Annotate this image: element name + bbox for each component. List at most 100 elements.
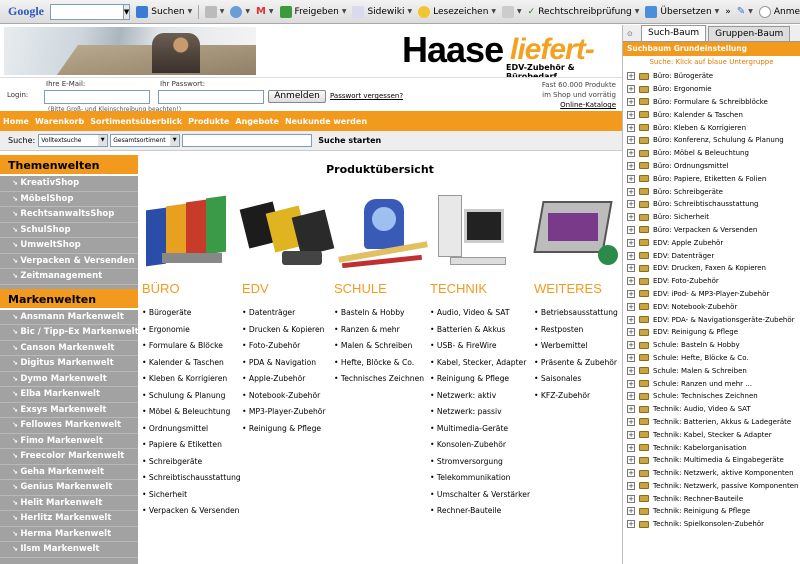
expand-icon[interactable]: +: [627, 187, 635, 196]
search-scope-select[interactable]: Gesamtsortiment: [110, 134, 181, 147]
password-field[interactable]: [158, 90, 264, 104]
category-link[interactable]: • Kleben & Korrigieren: [142, 371, 240, 388]
category-link[interactable]: • Betriebsausstattung: [534, 305, 622, 322]
category-link[interactable]: • Konsolen-Zubehör: [430, 437, 528, 454]
category-link[interactable]: • Restposten: [534, 322, 622, 339]
category-link[interactable]: • Netzwerk: passiv: [430, 404, 528, 421]
markenwelt-link[interactable]: Herma Markenwelt: [0, 527, 138, 542]
tree-item[interactable]: + Technik: Kabel, Stecker & Adapter: [623, 428, 800, 441]
nav-cart[interactable]: Warenkorb: [32, 117, 87, 126]
tab-such-baum[interactable]: Such-Baum: [641, 25, 707, 41]
expand-icon[interactable]: +: [627, 405, 635, 414]
markenwelt-link[interactable]: Ilsm Markenwelt: [0, 542, 138, 558]
toolbar-search-input[interactable]: [50, 3, 124, 20]
tree-item[interactable]: + EDV: Foto-Zubehör: [623, 275, 800, 288]
category-link[interactable]: • Technisches Zeichnen: [334, 371, 432, 388]
expand-icon[interactable]: +: [627, 379, 635, 388]
tree-item[interactable]: + Büro: Schreibgeräte: [623, 185, 800, 198]
toolbar-share-button[interactable]: Freigeben ▼: [279, 5, 346, 18]
expand-icon[interactable]: +: [627, 97, 635, 106]
expand-icon[interactable]: +: [627, 174, 635, 183]
category-link[interactable]: • Präsente & Zubehör: [534, 355, 622, 372]
tree-item[interactable]: + Technik: Batterien, Akkus & Ladegeräte: [623, 416, 800, 429]
expand-icon[interactable]: +: [627, 110, 635, 119]
category-link[interactable]: • Reinigung & Pflege: [242, 421, 340, 438]
tree-item[interactable]: + Technik: Spielkonsolen-Zubehör: [623, 518, 800, 531]
tab-gruppen-baum[interactable]: Gruppen-Baum: [708, 26, 791, 41]
tree-item[interactable]: + Büro: Ergonomie: [623, 83, 800, 96]
expand-icon[interactable]: +: [627, 443, 635, 452]
themenwelt-link[interactable]: UmweltShop: [0, 238, 138, 254]
tree-item[interactable]: + EDV: Datenträger: [623, 249, 800, 262]
tree-item[interactable]: + Büro: Verpacken & Versenden: [623, 224, 800, 237]
tree-item[interactable]: + Schule: Hefte, Blöcke & Co.: [623, 352, 800, 365]
markenwelt-link[interactable]: Ansmann Markenwelt: [0, 310, 138, 325]
category-technik-title[interactable]: TECHNIK: [430, 281, 528, 299]
category-link[interactable]: • PDA & Navigation: [242, 355, 340, 372]
category-link[interactable]: • Audio, Video & SAT: [430, 305, 528, 322]
edv-image[interactable]: [239, 191, 340, 275]
email-field[interactable]: [44, 90, 150, 104]
expand-icon[interactable]: +: [627, 225, 635, 234]
themenwelt-link[interactable]: KreativShop: [0, 176, 138, 192]
toolbar-spellcheck-button[interactable]: ✓ Rechtschreibprüfung ▼: [528, 7, 640, 17]
markenwelt-link[interactable]: Bic / Tipp-Ex Markenwelt: [0, 325, 138, 341]
tree-item[interactable]: + EDV: Apple Zubehör: [623, 236, 800, 249]
catalog-link[interactable]: Online-Kataloge: [560, 101, 616, 109]
themenwelt-link[interactable]: Zeitmanagement: [0, 269, 138, 285]
nav-offers[interactable]: Angebote: [232, 117, 282, 126]
forgot-password-link[interactable]: Passwort vergessen?: [330, 92, 403, 100]
expand-icon[interactable]: +: [627, 200, 635, 209]
category-link[interactable]: • Umschalter & Verstärker: [430, 487, 530, 504]
markenwelt-link[interactable]: Fimo Markenwelt: [0, 434, 138, 449]
themenwelt-link[interactable]: SchulShop: [0, 223, 138, 238]
expand-icon[interactable]: +: [627, 328, 635, 337]
tree-item[interactable]: + Schule: Ranzen und mehr ...: [623, 377, 800, 390]
tree-item[interactable]: + Technik: Netzwerk, aktive Komponenten: [623, 467, 800, 480]
tree-item[interactable]: + Technik: Multimedia & Eingabegeräte: [623, 454, 800, 467]
tree-item[interactable]: + Büro: Kleben & Korrigieren: [623, 121, 800, 134]
expand-icon[interactable]: +: [627, 72, 635, 81]
expand-icon[interactable]: +: [627, 417, 635, 426]
search-type-select[interactable]: Volltextsuche: [38, 134, 109, 147]
login-button[interactable]: Anmelden: [268, 90, 326, 103]
toolbar-send-button[interactable]: ▼: [502, 5, 522, 18]
toolbar-search-dropdown[interactable]: ▼: [123, 3, 131, 20]
tree-item[interactable]: + Technik: Kabelorganisation: [623, 441, 800, 454]
category-buero-title[interactable]: BÜRO: [142, 281, 240, 299]
markenwelt-link[interactable]: Freecolor Markenwelt: [0, 449, 138, 465]
category-link[interactable]: • MP3-Player-Zubehör: [242, 404, 340, 421]
tree-item[interactable]: + Büro: Kalender & Taschen: [623, 108, 800, 121]
category-link[interactable]: • Datenträger: [242, 305, 340, 322]
toolbar-wrench-button[interactable]: ✎ ▼: [737, 6, 753, 17]
toolbar-signin-button[interactable]: Anme: [758, 5, 800, 18]
expand-icon[interactable]: +: [627, 277, 635, 286]
markenwelt-link[interactable]: Genius Markenwelt: [0, 480, 138, 496]
category-link[interactable]: • Papiere & Etiketten: [142, 437, 240, 454]
toolbar-bookmarks-button[interactable]: Lesezeichen ▼: [418, 5, 496, 18]
category-schule-title[interactable]: SCHULE: [334, 281, 432, 299]
category-link[interactable]: • Bürogeräte: [142, 305, 240, 322]
category-link[interactable]: • Schulung & Planung: [142, 388, 240, 405]
tree-item[interactable]: + Büro: Schreibtischausstattung: [623, 198, 800, 211]
category-link[interactable]: • Möbel & Beleuchtung: [142, 404, 240, 421]
category-link[interactable]: • Ergonomie: [142, 322, 240, 339]
nav-register[interactable]: Neukunde werden: [282, 117, 370, 126]
expand-icon[interactable]: +: [627, 520, 635, 529]
site-logo[interactable]: Haase: [402, 29, 504, 71]
expand-icon[interactable]: +: [627, 469, 635, 478]
expand-icon[interactable]: +: [627, 366, 635, 375]
toolbar-bookmark-button[interactable]: ▼: [230, 5, 250, 18]
tree-item[interactable]: + Büro: Sicherheit: [623, 211, 800, 224]
markenwelt-link[interactable]: Elba Markenwelt: [0, 387, 138, 403]
category-link[interactable]: • Hefte, Blöcke & Co.: [334, 355, 432, 372]
themenwelt-link[interactable]: MöbelShop: [0, 192, 138, 207]
category-link[interactable]: • Basteln & Hobby: [334, 305, 432, 322]
expand-icon[interactable]: +: [627, 315, 635, 324]
category-link[interactable]: • USB- & FireWire: [430, 338, 528, 355]
expand-icon[interactable]: +: [627, 264, 635, 273]
category-weiteres-title[interactable]: WEITERES: [534, 281, 622, 299]
expand-icon[interactable]: +: [627, 85, 635, 94]
tree-item[interactable]: + Technik: Audio, Video & SAT: [623, 403, 800, 416]
toolbar-search-button[interactable]: Suchen ▼: [136, 5, 192, 18]
